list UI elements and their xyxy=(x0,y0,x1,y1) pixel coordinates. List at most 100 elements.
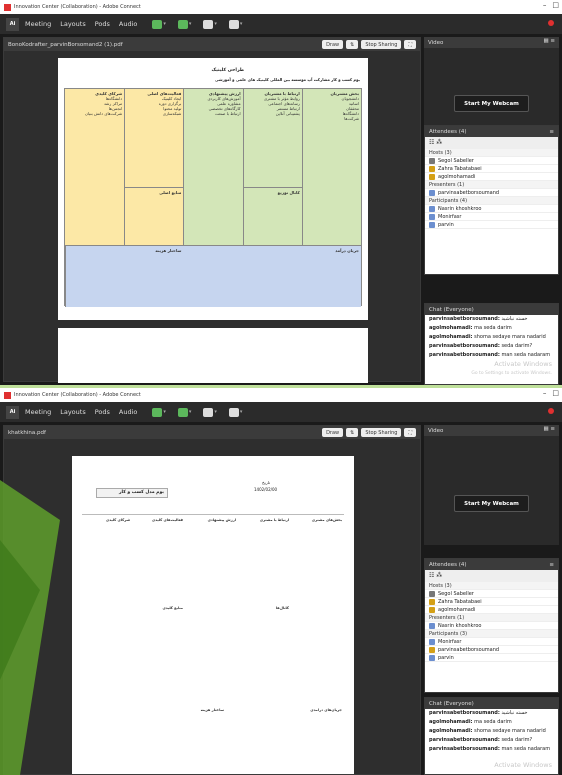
chat-message: agolmohamadi: ma seda darim xyxy=(429,325,512,331)
adobe-connect-app-icon xyxy=(4,391,11,399)
chevron-down-icon[interactable]: ▾ xyxy=(240,409,243,415)
participant-icon xyxy=(429,654,435,661)
speaker-icon[interactable] xyxy=(152,19,163,29)
attendee-row[interactable]: Nasrin khoshkroo xyxy=(425,205,558,213)
attendee-row[interactable]: agolmohamadi xyxy=(425,606,558,614)
webcam-icon[interactable] xyxy=(203,19,214,29)
webcam-icon[interactable] xyxy=(203,407,214,417)
attendees-pod-header: Attendees (4) ≡ xyxy=(425,126,558,137)
maximize-icon[interactable]: □ xyxy=(552,389,559,397)
chat-pod-header: Chat (Everyone) xyxy=(425,698,558,709)
window-titlebar: Innovation Center (Collaboration) - Adob… xyxy=(0,0,562,14)
start-webcam-button[interactable]: Start My Webcam xyxy=(454,495,529,512)
host-icon xyxy=(429,590,435,597)
window-title: Innovation Center (Collaboration) - Adob… xyxy=(14,392,141,398)
recording-icon[interactable] xyxy=(548,408,554,414)
hosts-section[interactable]: Hosts (3) xyxy=(425,149,558,157)
menu-icon[interactable]: ≡ xyxy=(549,562,554,568)
menu-meeting[interactable]: Meeting xyxy=(25,20,51,28)
adobe-connect-app-icon xyxy=(4,3,11,11)
menu-audio[interactable]: Audio xyxy=(119,408,137,416)
pdf-page: طراحی کلینیک بوم کسب و کار مشارکت آپ موس… xyxy=(58,58,368,320)
chevron-down-icon[interactable]: ▾ xyxy=(189,409,192,415)
share-pod: BonoKodrafter_parvinBorsomand2 (1).pdf D… xyxy=(3,37,421,383)
sync-button[interactable]: ⇅ xyxy=(346,40,359,49)
speaker-icon[interactable] xyxy=(152,407,163,417)
stop-sharing-button[interactable]: Stop Sharing xyxy=(361,40,402,49)
presenters-section[interactable]: Presenters (1) xyxy=(425,181,558,189)
start-webcam-button[interactable]: Start My Webcam xyxy=(454,95,529,112)
host-icon xyxy=(429,165,435,172)
screenshot-bottom: Innovation Center (Collaboration) - Adob… xyxy=(0,388,562,775)
col-title-partners: شرکای کلیدی xyxy=(105,518,130,522)
attendee-row[interactable]: Zahra Tabatabaei xyxy=(425,598,558,606)
attendee-row[interactable]: parvin xyxy=(425,221,558,229)
canvas-key-partners: شرکای کلیدی دانشگاه‌ها مراکز رشد انجمن‌ه… xyxy=(65,89,125,245)
menu-bar: Ai Meeting Layouts Pods Audio ▾ ▾ ▾ ▾ xyxy=(0,14,562,34)
chevron-down-icon[interactable]: ▾ xyxy=(214,21,217,27)
attendee-row[interactable]: Zahra Tabatabaei xyxy=(425,165,558,173)
stop-sharing-button[interactable]: Stop Sharing xyxy=(361,428,402,437)
attendee-row[interactable]: Nasrin khoshkroo xyxy=(425,622,558,630)
chevron-down-icon[interactable]: ▾ xyxy=(189,21,192,27)
hosts-section[interactable]: Hosts (3) xyxy=(425,582,558,590)
menu-layouts[interactable]: Layouts xyxy=(60,20,85,28)
minimize-icon[interactable]: – xyxy=(543,1,547,9)
attendee-row[interactable]: Segol Sabeller xyxy=(425,157,558,165)
menu-layouts[interactable]: Layouts xyxy=(60,408,85,416)
divider xyxy=(82,514,344,515)
attendee-row[interactable]: Segol Sabeller xyxy=(425,590,558,598)
chevron-down-icon[interactable]: ▾ xyxy=(240,21,243,27)
participant-icon xyxy=(429,221,435,228)
menu-pods[interactable]: Pods xyxy=(95,408,110,416)
presenter-icon xyxy=(429,622,435,629)
pdf-page: بوم مدل کسب و کار تاریخ 1402/02/00 بخش‌ه… xyxy=(72,456,354,774)
presenters-section[interactable]: Presenters (1) xyxy=(425,614,558,622)
draw-button[interactable]: Draw xyxy=(322,428,344,437)
menu-audio[interactable]: Audio xyxy=(119,20,137,28)
fullscreen-button[interactable]: ⛶ xyxy=(404,428,416,437)
chevron-down-icon[interactable]: ▾ xyxy=(214,409,217,415)
menu-meeting[interactable]: Meeting xyxy=(25,408,51,416)
microphone-icon[interactable] xyxy=(177,19,188,29)
menu-icon[interactable]: ≡ xyxy=(549,129,554,135)
participants-section[interactable]: Participants (4) xyxy=(425,197,558,205)
attendee-view-toggle[interactable]: ☷ ⁂ xyxy=(425,137,558,149)
chevron-down-icon[interactable]: ▾ xyxy=(163,21,166,27)
attendee-view-toggle[interactable]: ☷ ⁂ xyxy=(425,570,558,582)
draw-button[interactable]: Draw xyxy=(322,40,344,49)
fullscreen-button[interactable]: ⛶ xyxy=(404,40,416,49)
chevron-down-icon[interactable]: ▾ xyxy=(163,409,166,415)
canvas-value-proposition: ارزش پیشنهادی آموزش‌های کاربردی مشاوره ع… xyxy=(183,89,243,245)
col-title-value: ارزش پیشنهادی xyxy=(207,518,236,522)
share-pod-header: khatkhina.pdf Draw ⇅ Stop Sharing ⛶ xyxy=(4,426,420,439)
page-subtitle: بوم کسب و کار مشارکت آپ موسسه بین المللی… xyxy=(215,77,360,82)
pod-options-icon[interactable]: ▦ ≡ xyxy=(543,38,555,44)
attendee-row[interactable]: parvinsabetborsoumand xyxy=(425,646,558,654)
attendees-pod: Attendees (4) ≡ ☷ ⁂ Hosts (3) Segol Sabe… xyxy=(424,558,559,693)
attendee-row[interactable]: parvinsabetborsoumand xyxy=(425,189,558,197)
attendee-row[interactable]: parvin xyxy=(425,654,558,662)
minimize-icon[interactable]: – xyxy=(543,389,547,397)
participants-section[interactable]: Participants (3) xyxy=(425,630,558,638)
slide-decoration xyxy=(0,480,60,775)
raise-hand-icon[interactable] xyxy=(228,407,239,417)
raise-hand-icon[interactable] xyxy=(228,19,239,29)
recording-icon[interactable] xyxy=(548,20,554,26)
video-pod-header: Video ▦ ≡ xyxy=(424,425,559,436)
col-title-customers: بخش‌های مشتری xyxy=(311,518,342,522)
activate-windows-sub: Go to Settings to activate Windows. xyxy=(471,371,552,376)
sync-button[interactable]: ⇅ xyxy=(346,428,359,437)
participant-icon xyxy=(429,205,435,212)
activate-windows-watermark: Activate Windows xyxy=(494,360,552,368)
attendee-row[interactable]: Monirfasr xyxy=(425,213,558,221)
pod-options-icon[interactable]: ▦ ≡ xyxy=(543,426,555,432)
menu-pods[interactable]: Pods xyxy=(95,20,110,28)
revenue-title: جریان‌های درآمدی xyxy=(310,708,342,712)
attendee-row[interactable]: agolmohamadi xyxy=(425,173,558,181)
microphone-icon[interactable] xyxy=(177,407,188,417)
attendees-pod-header: Attendees (4) ≡ xyxy=(425,559,558,570)
maximize-icon[interactable]: □ xyxy=(552,1,559,9)
participant-icon xyxy=(429,213,435,220)
attendee-row[interactable]: Monirfasr xyxy=(425,638,558,646)
